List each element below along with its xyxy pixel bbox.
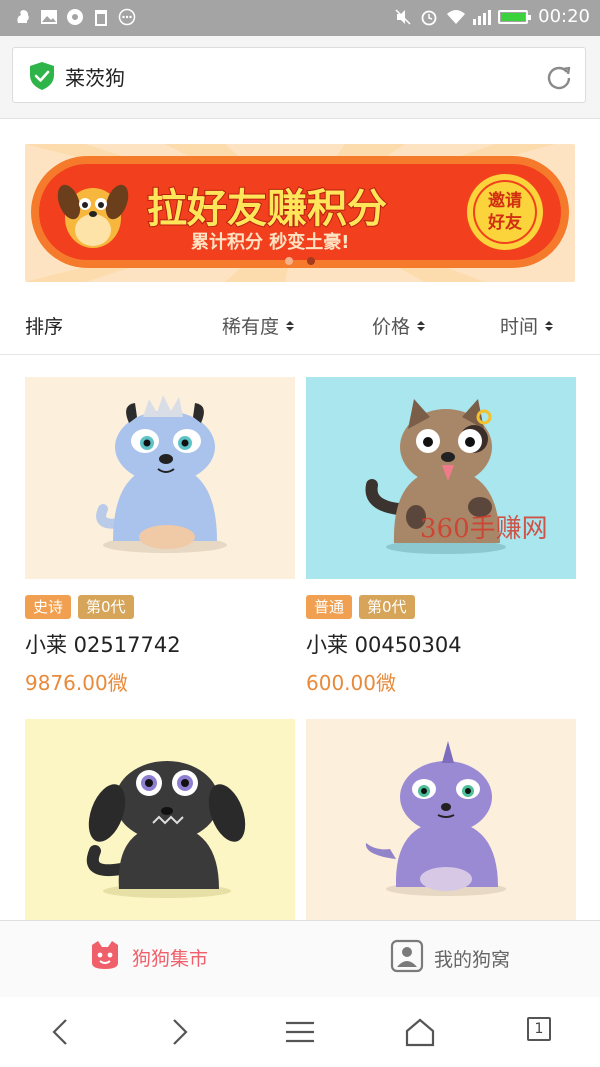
sort-label: 排序 xyxy=(25,316,64,338)
sort-arrows-icon xyxy=(545,320,554,331)
tab-dog-market[interactable]: 狗狗集市 xyxy=(88,939,208,976)
sort-time[interactable]: 时间 xyxy=(500,312,554,339)
browser-nav-bar: 1 xyxy=(0,997,600,1067)
trash-icon xyxy=(92,8,110,26)
sort-price[interactable]: 价格 xyxy=(372,312,426,339)
signal-icon xyxy=(472,8,492,26)
home-icon[interactable] xyxy=(404,1017,435,1047)
image-icon xyxy=(40,8,58,26)
banner-subline: 累计积分 秒变土豪! xyxy=(191,231,349,253)
dog-image[interactable] xyxy=(306,719,576,921)
sort-arrows-icon xyxy=(417,320,426,331)
tabs-count-button[interactable]: 1 xyxy=(527,1017,551,1041)
carousel-dot[interactable] xyxy=(285,257,293,265)
back-icon[interactable] xyxy=(46,1017,76,1047)
page-title: 莱茨狗 xyxy=(65,66,125,90)
tab-dog-market-label: 狗狗集市 xyxy=(132,948,209,970)
sort-rarity[interactable]: 稀有度 xyxy=(222,312,295,339)
listing-card[interactable] xyxy=(306,719,576,921)
sort-arrows-icon xyxy=(286,320,295,331)
dog-face-icon xyxy=(88,939,122,976)
squirrel-icon xyxy=(14,8,32,26)
tab-my-kennel-label: 我的狗窝 xyxy=(434,949,511,971)
sort-bar: 排序 稀有度 价格 时间 xyxy=(0,296,600,355)
wifi-icon xyxy=(446,8,466,26)
status-left-icons xyxy=(14,8,136,26)
banner-button-line2[interactable]: 好友 xyxy=(487,212,522,233)
dog-image[interactable] xyxy=(306,377,576,579)
menu-icon[interactable] xyxy=(284,1017,314,1047)
carousel-dot-active[interactable] xyxy=(307,257,315,265)
aperture-icon xyxy=(66,8,84,26)
dog-price: 9876.00微 xyxy=(25,671,128,695)
sort-time-label: 时间 xyxy=(500,316,539,338)
address-bar-container: 莱茨狗 xyxy=(0,36,600,119)
generation-badge: 第0代 xyxy=(78,595,134,619)
refresh-icon[interactable] xyxy=(545,63,573,91)
dog-name[interactable]: 小莱 02517742 xyxy=(25,629,295,659)
status-right-icons: 00:20 xyxy=(394,6,590,27)
sort-rarity-label: 稀有度 xyxy=(222,316,280,338)
listing-card[interactable]: 史诗 第0代 小莱 02517742 9876.00微 xyxy=(25,377,295,696)
rarity-badge: 普通 xyxy=(306,595,353,619)
dog-name[interactable]: 小莱 00450304 xyxy=(306,629,576,659)
profile-icon xyxy=(390,939,424,978)
forward-icon[interactable] xyxy=(164,1017,194,1047)
mute-icon xyxy=(394,8,412,26)
tab-my-kennel[interactable]: 我的狗窝 xyxy=(390,939,510,978)
shield-check-icon xyxy=(28,61,56,91)
alarm-icon xyxy=(420,8,438,26)
bottom-tab-bar: 狗狗集市 我的狗窝 xyxy=(0,920,600,998)
invite-banner[interactable]: 拉好友赚积分 累计积分 秒变土豪! 邀请 好友 xyxy=(25,144,575,282)
dog-image[interactable] xyxy=(25,719,295,921)
more-dots-icon xyxy=(118,8,136,26)
banner-headline: 拉好友赚积分 xyxy=(147,186,387,232)
generation-badge: 第0代 xyxy=(359,595,415,619)
dog-price: 600.00微 xyxy=(306,671,396,695)
listing-card[interactable] xyxy=(25,719,295,921)
battery-icon xyxy=(498,9,532,24)
dog-image[interactable] xyxy=(25,377,295,579)
watermark-text: 360手赚网 xyxy=(420,514,548,544)
address-bar[interactable]: 莱茨狗 xyxy=(12,47,586,103)
status-time: 00:20 xyxy=(538,6,590,27)
status-bar: 00:20 xyxy=(0,0,600,36)
rarity-badge: 史诗 xyxy=(25,595,72,619)
banner-button-line1[interactable]: 邀请 xyxy=(488,190,522,211)
sort-price-label: 价格 xyxy=(372,316,411,338)
